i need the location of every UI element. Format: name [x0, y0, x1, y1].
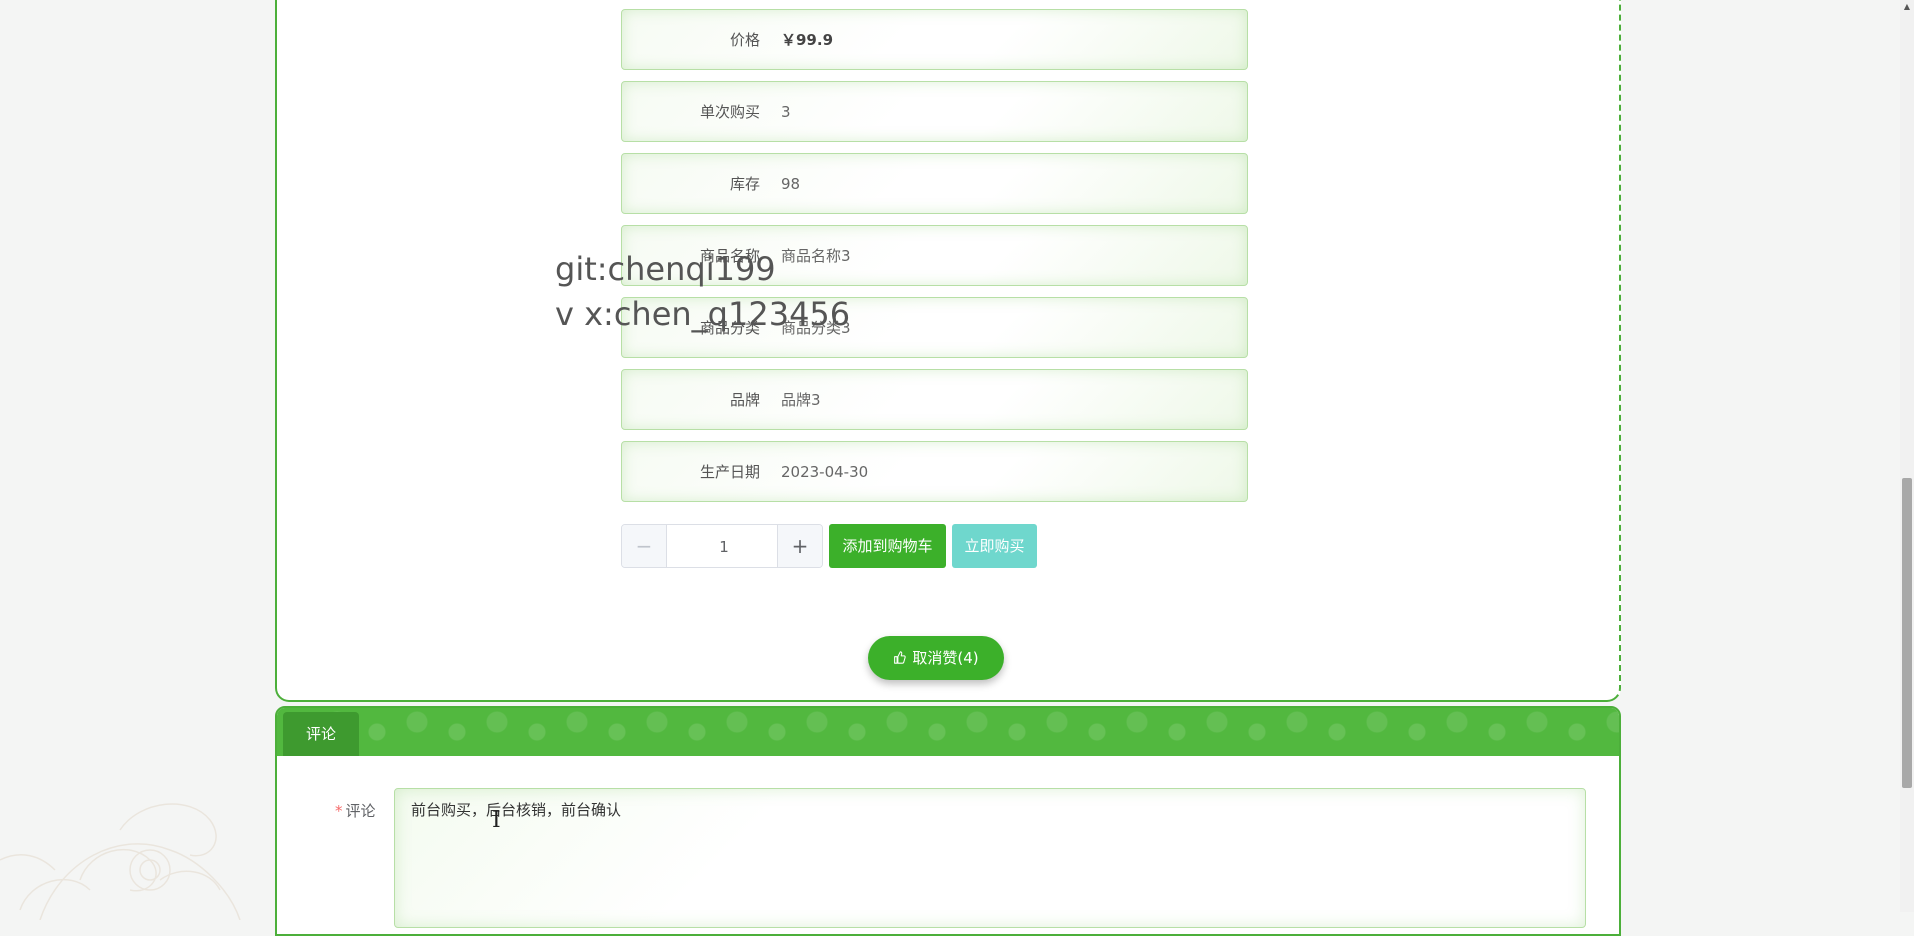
comment-label-text: 评论 [345, 802, 376, 820]
buy-now-button[interactable]: 立即购买 [952, 524, 1037, 568]
comment-text: 前台购买，后台核销，前台确认 [411, 801, 622, 819]
required-mark: * [335, 802, 343, 820]
unlike-button-label: 取消赞(4) [912, 649, 979, 667]
text-cursor-icon: I [492, 808, 501, 833]
product-info-value: ￥99.9 [781, 31, 834, 49]
product-info-value: 98 [781, 175, 801, 193]
scroll-up-icon[interactable]: ▲ [1900, 0, 1914, 14]
product-info-label: 库存 [729, 175, 760, 193]
product-info-value: 品牌3 [781, 391, 821, 409]
minus-icon[interactable]: − [622, 525, 667, 567]
product-info-label: 生产日期 [699, 463, 760, 481]
product-info-label: 商品名称 [699, 247, 760, 265]
product-info-row: 品牌 品牌3 [621, 369, 1248, 430]
comment-textarea[interactable]: 前台购买，后台核销，前台确认 [394, 788, 1586, 928]
add-to-cart-button[interactable]: 添加到购物车 [829, 524, 946, 568]
comment-field-label: * 评论 [335, 800, 376, 821]
product-info-row: 生产日期 2023-04-30 [621, 441, 1248, 502]
product-info-row: 商品分类 商品分类3 [621, 297, 1248, 358]
product-info-row: 价格 ￥99.9 [621, 9, 1248, 70]
quantity-stepper[interactable]: − + [621, 524, 823, 568]
quantity-input[interactable] [667, 525, 781, 567]
vertical-scrollbar[interactable]: ▲ [1900, 0, 1914, 912]
product-info-row: 单次购买 3 [621, 81, 1248, 142]
floral-background-decoration [0, 803, 241, 920]
tab-comment[interactable]: 评论 [283, 712, 359, 756]
product-info-value: 2023-04-30 [781, 463, 869, 481]
unlike-button[interactable]: 取消赞(4) [868, 636, 1004, 680]
product-info-row: 商品名称 商品名称3 [621, 225, 1248, 286]
product-info-label: 单次购买 [699, 103, 760, 121]
comment-header: 评论 [277, 708, 1619, 756]
product-info-value: 商品名称3 [781, 247, 851, 265]
product-info-value: 商品分类3 [781, 319, 851, 337]
product-info-value: 3 [781, 103, 791, 121]
product-info-label: 商品分类 [699, 319, 760, 337]
scrollbar-thumb[interactable] [1902, 478, 1912, 788]
thumbs-up-icon [893, 637, 907, 681]
product-info-label: 品牌 [729, 391, 760, 409]
product-info-label: 价格 [729, 31, 760, 49]
product-info-row: 库存 98 [621, 153, 1248, 214]
plus-icon[interactable]: + [777, 525, 822, 567]
